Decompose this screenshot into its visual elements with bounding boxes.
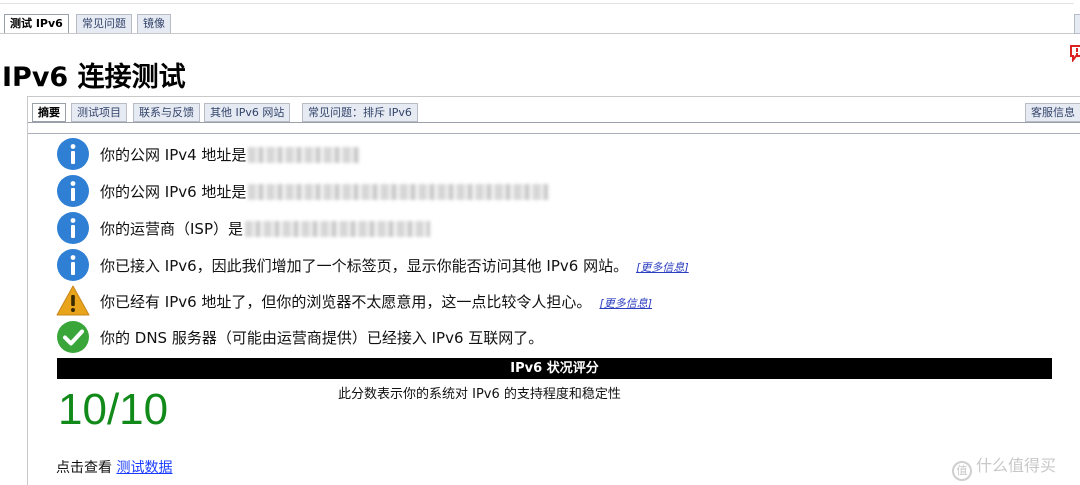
info-icon bbox=[57, 212, 89, 244]
watermark: 值什么值得买 bbox=[952, 452, 1056, 481]
tab-test-ipv6[interactable]: 测试 IPv6 bbox=[4, 14, 69, 34]
redacted-value bbox=[248, 184, 549, 200]
result-text: 你的公网 IPv6 地址是 bbox=[100, 183, 247, 201]
test-data-link[interactable]: 测试数据 bbox=[116, 460, 172, 476]
score-description: 此分数表示你的系统对 IPv6 的支持程度和稳定性 bbox=[338, 387, 621, 402]
more-info-link[interactable]: [更多信息] bbox=[599, 297, 652, 310]
panel-left-border bbox=[27, 96, 28, 485]
tab-faq[interactable]: 常见问题 bbox=[76, 14, 132, 33]
page-title: IPv6 连接测试 bbox=[2, 62, 186, 93]
check-icon bbox=[57, 321, 89, 353]
redacted-value bbox=[248, 147, 361, 163]
info-icon bbox=[57, 175, 89, 207]
content-top-border bbox=[28, 133, 1080, 134]
view-data-prefix: 点击查看 bbox=[56, 460, 117, 476]
info-icon bbox=[57, 249, 89, 281]
result-text: 你已经有 IPv6 地址了，但你的浏览器不太愿意用，这一点比较令人担心。 bbox=[100, 293, 592, 311]
info-icon bbox=[57, 138, 89, 170]
result-text: 你的公网 IPv4 地址是 bbox=[100, 146, 247, 164]
result-row-ipv6: 你的公网 IPv6 地址是 bbox=[56, 174, 1056, 208]
tab-mirrors[interactable]: 镜像 bbox=[137, 14, 171, 33]
result-row-ipv6-tab: 你已接入 IPv6，因此我们增加了一个标签页，显示你能否访问其他 IPv6 网站… bbox=[56, 248, 1056, 282]
result-text: 你已接入 IPv6，因此我们增加了一个标签页，显示你能否访问其他 IPv6 网站… bbox=[100, 257, 629, 275]
score-value: 10/10 bbox=[58, 385, 169, 434]
inner-tab-divider bbox=[28, 122, 1080, 123]
watermark-logo-icon: 值 bbox=[952, 461, 972, 481]
tab-summary[interactable]: 摘要 bbox=[32, 103, 66, 122]
result-row-dns: 你的 DNS 服务器（可能由运营商提供）已经接入 IPv6 互联网了。 bbox=[56, 320, 1056, 354]
score-header: IPv6 状况评分 bbox=[57, 358, 1052, 379]
tab-contact[interactable]: 联系与反馈 bbox=[133, 103, 200, 122]
top-border bbox=[0, 3, 1074, 4]
tab-other-ipv6-sites[interactable]: 其他 IPv6 网站 bbox=[204, 103, 291, 122]
tab-support-info[interactable]: 客服信息 bbox=[1025, 103, 1080, 122]
top-tab-divider bbox=[0, 33, 1074, 34]
result-text: 你的 DNS 服务器（可能由运营商提供）已经接入 IPv6 互联网了。 bbox=[100, 329, 544, 347]
watermark-text: 什么值得买 bbox=[976, 456, 1057, 475]
result-row-ipv4: 你的公网 IPv4 地址是 bbox=[56, 137, 1056, 171]
top-tab-bar: 测试 IPv6 常见问题 镜像 bbox=[0, 0, 1080, 34]
more-info-link[interactable]: [更多信息] bbox=[636, 261, 689, 274]
tab-faq-broken[interactable]: 常见问题：排斥 IPv6 bbox=[302, 103, 418, 122]
tab-tests[interactable]: 测试项目 bbox=[71, 103, 127, 122]
result-row-isp: 你的运营商（ISP）是 bbox=[56, 211, 1056, 245]
result-row-browser-warning: 你已经有 IPv6 地址了，但你的浏览器不太愿意用，这一点比较令人担心。 [更多信… bbox=[56, 284, 1056, 318]
feedback-icon[interactable] bbox=[1068, 44, 1080, 62]
redacted-value bbox=[245, 221, 430, 237]
warning-icon bbox=[56, 285, 90, 316]
view-data-line: 点击查看 测试数据 bbox=[56, 457, 172, 477]
top-right-tab-edge bbox=[1074, 14, 1080, 34]
result-text: 你的运营商（ISP）是 bbox=[100, 220, 243, 238]
panel-top-border bbox=[27, 96, 1080, 97]
